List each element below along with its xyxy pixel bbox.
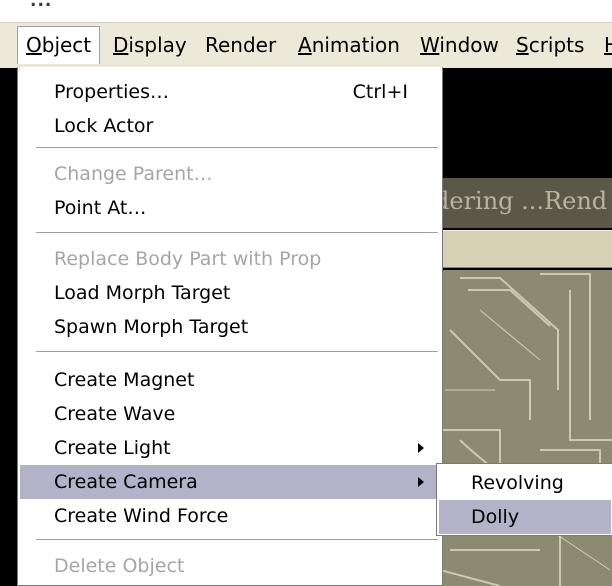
submenu-item-dolly[interactable]: Dolly xyxy=(439,500,611,534)
menu-item-point-at[interactable]: Point At… xyxy=(20,191,438,225)
wireframe-drawing xyxy=(440,273,612,586)
shortcut-label: Ctrl+I xyxy=(352,81,408,103)
render-status-text: dering ...Rend xyxy=(440,187,608,215)
menu-item-create-magnet[interactable]: Create Magnet xyxy=(20,363,438,397)
menu-item-delete-object: Delete Object xyxy=(54,555,185,577)
menu-separator xyxy=(36,147,438,149)
window-title: ... xyxy=(30,0,53,11)
menu-scripts[interactable]: Scripts xyxy=(508,26,592,64)
submenu-arrow-icon xyxy=(418,477,424,487)
menu-object[interactable]: Object xyxy=(17,26,101,64)
menu-item-lock-actor[interactable]: Lock Actor xyxy=(20,109,438,143)
menu-animation[interactable]: Animation xyxy=(290,26,408,64)
menu-render[interactable]: Render xyxy=(197,26,284,64)
window-title-strip: ... xyxy=(0,0,612,22)
menu-item-create-camera[interactable]: Create Camera xyxy=(20,465,438,499)
submenu-item-revolving[interactable]: Revolving xyxy=(439,466,611,500)
menu-item-spawn-morph-target[interactable]: Spawn Morph Target xyxy=(20,310,438,344)
menu-separator xyxy=(36,539,438,541)
camera-submenu: Revolving Dolly xyxy=(436,463,612,536)
menu-item-change-parent: Change Parent… xyxy=(54,163,213,185)
menu-item-properties[interactable]: Properties… Ctrl+I xyxy=(20,75,438,109)
submenu-arrow-icon xyxy=(418,443,424,453)
menu-item-create-light[interactable]: Create Light xyxy=(20,431,438,465)
menu-separator xyxy=(36,351,438,353)
menu-display[interactable]: Display xyxy=(105,26,195,64)
menu-item-create-wind-force[interactable]: Create Wind Force xyxy=(20,499,438,533)
menu-bar: Object Display Render Animation Window S… xyxy=(0,22,612,68)
menu-separator xyxy=(36,232,438,234)
render-status-bar: dering ...Rend xyxy=(440,178,612,228)
render-toolbar-strip xyxy=(440,230,612,268)
menu-item-create-wave[interactable]: Create Wave xyxy=(20,397,438,431)
menu-window[interactable]: Window xyxy=(412,26,507,64)
object-menu-dropdown: Properties… Ctrl+I Lock Actor Change Par… xyxy=(17,67,443,586)
menu-item-load-morph-target[interactable]: Load Morph Target xyxy=(20,276,438,310)
menu-item-replace-body-part: Replace Body Part with Prop xyxy=(54,248,322,270)
menu-help[interactable]: H xyxy=(596,26,612,64)
scene-viewport[interactable] xyxy=(440,270,612,586)
